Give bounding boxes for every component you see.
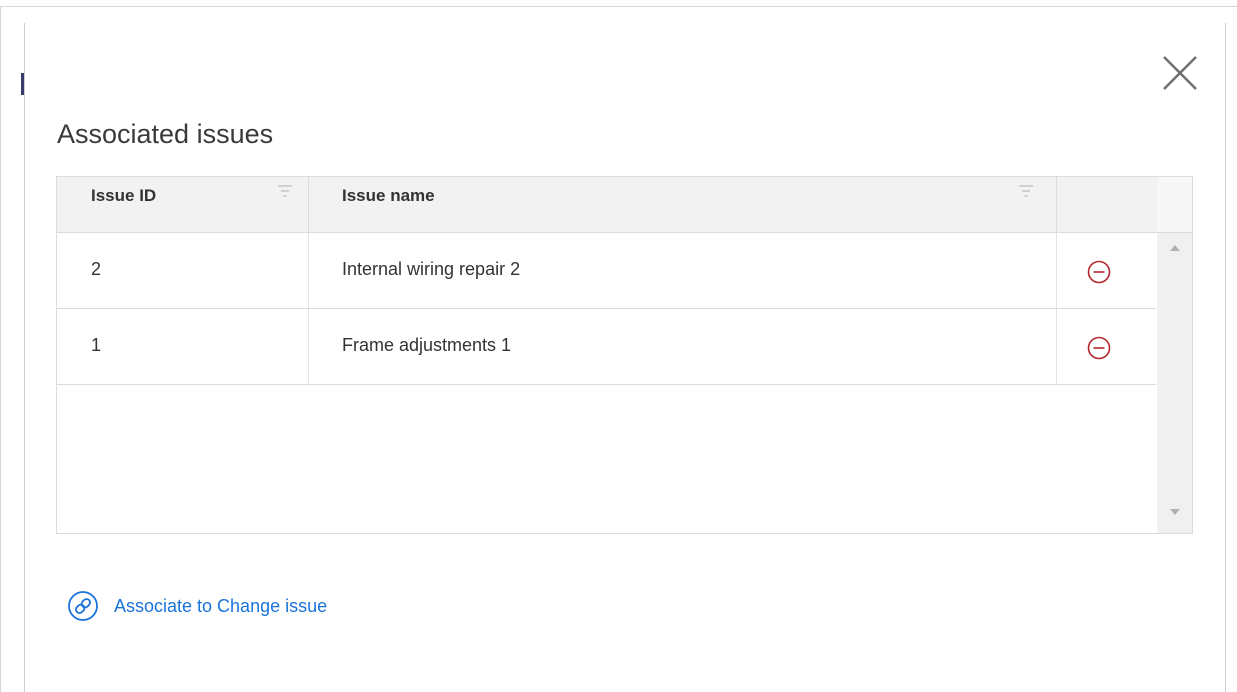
remove-circle-icon[interactable] [1087,260,1111,284]
issue-id-text: 1 [91,335,102,355]
column-header-label: Issue ID [91,186,157,205]
cell-issue-id: 2 [57,233,309,308]
link-icon [68,591,98,621]
issue-name-text: Frame adjustments 1 [342,335,512,355]
column-header-issue-id[interactable]: Issue ID [57,177,309,232]
issue-name-text: Internal wiring repair 2 [342,259,521,279]
associate-link-label: Associate to Change issue [114,595,328,616]
filter-icon[interactable] [277,184,293,198]
issues-table: Issue ID Issue name 2 Internal wiring re… [56,176,1193,534]
background-divider-vertical [0,6,1,692]
scroll-down-arrow-icon[interactable] [1168,507,1182,517]
issue-id-text: 2 [91,259,102,279]
scroll-up-arrow-icon[interactable] [1168,243,1182,253]
vertical-scrollbar[interactable] [1157,233,1192,533]
background-divider [0,6,1237,7]
table-row[interactable]: 1 Frame adjustments 1 [57,309,1156,385]
close-button[interactable] [1160,53,1200,93]
dialog-title: Associated issues [57,119,274,149]
column-header-actions [1057,177,1157,232]
cell-actions [1057,233,1156,308]
cell-actions [1057,309,1156,384]
filter-icon[interactable] [1018,184,1034,198]
column-header-label: Issue name [342,186,435,205]
column-header-issue-name[interactable]: Issue name [309,177,1057,232]
associate-to-change-issue-link[interactable]: Associate to Change issue [67,589,327,623]
table-row[interactable]: 2 Internal wiring repair 2 [57,233,1156,309]
scrollbar-header-corner [1157,177,1192,233]
close-icon [1163,56,1197,90]
cell-issue-name: Frame adjustments 1 [309,309,1057,384]
cell-issue-id: 1 [57,309,309,384]
table-header: Issue ID Issue name [57,177,1157,233]
remove-circle-icon[interactable] [1087,336,1111,360]
background-edge-mark [21,73,24,95]
cell-issue-name: Internal wiring repair 2 [309,233,1057,308]
